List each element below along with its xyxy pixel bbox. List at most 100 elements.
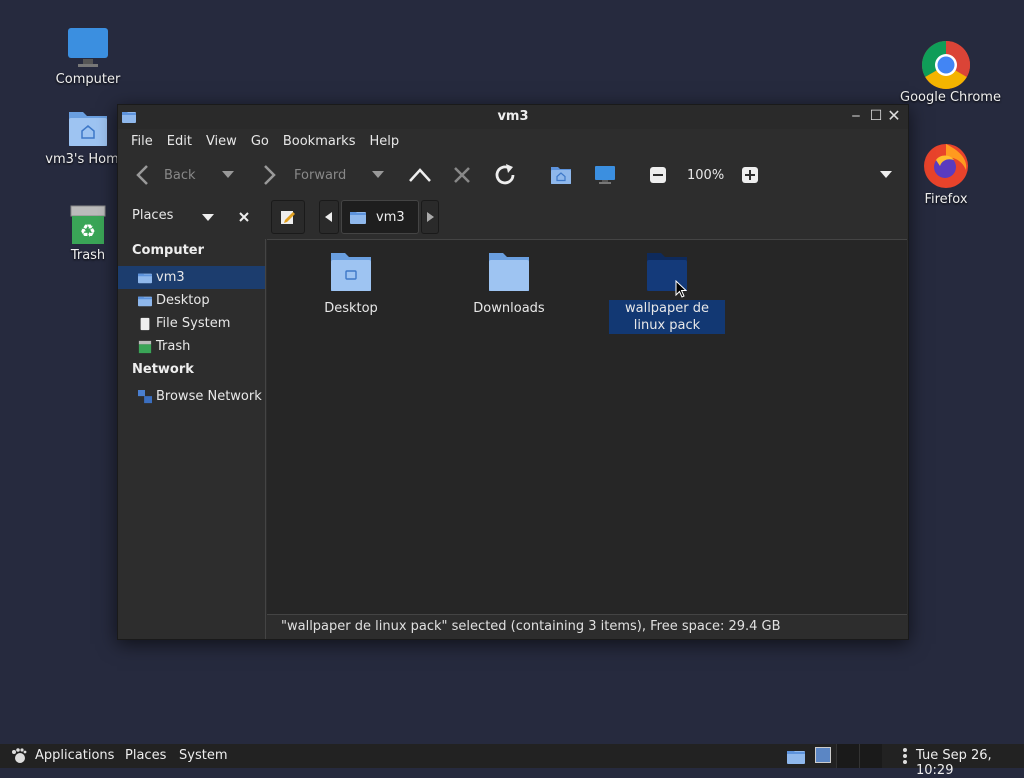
bottom-panel: Applications Places System Tue Sep 26, 1…	[0, 744, 1024, 778]
file-item-downloads[interactable]: Downloads	[449, 252, 569, 317]
up-button[interactable]	[408, 153, 432, 197]
workspace-1[interactable]	[836, 744, 859, 768]
chevron-right-icon	[427, 212, 434, 222]
minimize-button[interactable]: ‒	[848, 108, 864, 124]
back-arrow-icon	[136, 165, 148, 185]
menu-view[interactable]: View	[199, 134, 244, 149]
back-history-dropdown[interactable]	[222, 153, 234, 197]
panel-places-menu[interactable]: Places	[125, 748, 166, 763]
menu-file[interactable]: File	[124, 134, 160, 149]
zoom-in-icon	[742, 167, 758, 183]
menu-bookmarks[interactable]: Bookmarks	[276, 134, 363, 149]
desktop-icon-label: Computer	[55, 72, 121, 87]
location-bar: Places vm3	[118, 197, 908, 239]
panel-applications-menu[interactable]: Applications	[35, 748, 114, 763]
toolbar: Back Forward 100%	[118, 153, 908, 197]
title-bar[interactable]: vm3 ‒ ☐ ✕	[118, 105, 908, 129]
desktop-icon-computer[interactable]: Computer	[43, 26, 133, 87]
chrome-icon	[921, 40, 971, 90]
maximize-button[interactable]: ☐	[868, 108, 884, 124]
sidebar-item-label: File System	[156, 316, 231, 331]
menu-bar: File Edit View Go Bookmarks Help	[118, 129, 908, 153]
sidebar-item-label: Desktop	[156, 293, 210, 308]
sidebar-item-vm3[interactable]: vm3	[118, 266, 265, 289]
toolbar-overflow-dropdown[interactable]	[880, 153, 892, 197]
chevron-down-icon	[372, 171, 384, 178]
close-sidebar-icon[interactable]	[238, 211, 250, 223]
chevron-left-icon	[325, 212, 332, 222]
menu-go[interactable]: Go	[244, 134, 276, 149]
panel-system-menu[interactable]: System	[179, 748, 227, 763]
reload-icon	[495, 164, 515, 185]
network-icon	[138, 389, 152, 403]
zoom-level: 100%	[687, 167, 725, 183]
folder-icon	[138, 296, 152, 306]
folder-icon	[489, 253, 529, 291]
folder-icon	[331, 253, 371, 291]
forward-history-dropdown[interactable]	[372, 153, 384, 197]
file-manager-window: vm3 ‒ ☐ ✕ File Edit View Go Bookmarks He…	[117, 104, 909, 640]
svg-text:♻: ♻	[80, 221, 96, 242]
mouse-cursor-icon	[675, 280, 687, 298]
chevron-down-icon	[222, 171, 234, 178]
desktop-icon-label: Firefox	[924, 192, 968, 207]
home-folder-icon	[138, 273, 152, 283]
up-arrow-icon	[409, 168, 431, 182]
window-title: vm3	[497, 109, 529, 124]
computer-icon	[595, 166, 615, 184]
sidebar-item-label: Trash	[156, 339, 191, 354]
breadcrumb-scroll-right[interactable]	[421, 200, 439, 234]
file-item-name: Desktop	[324, 301, 378, 316]
sidebar-item-file-system[interactable]: File System	[118, 312, 265, 335]
sidebar-item-browse-network[interactable]: Browse Network	[118, 385, 265, 408]
back-button[interactable]: Back	[134, 153, 196, 197]
breadcrumb-vm3[interactable]: vm3	[341, 200, 419, 234]
breadcrumb-label: vm3	[376, 209, 405, 225]
home-folder-icon[interactable]	[787, 748, 805, 764]
show-desktop-icon[interactable]	[815, 747, 831, 763]
desktop-icon-chrome[interactable]: Google Chrome	[900, 40, 1001, 105]
file-item-desktop[interactable]: Desktop	[291, 252, 411, 317]
workspace-2[interactable]	[859, 744, 882, 768]
sidebar-item-label: Browse Network	[156, 389, 262, 404]
firefox-icon	[924, 144, 968, 188]
sidebar-section-computer: Computer	[132, 243, 205, 258]
zoom-out-button[interactable]	[650, 153, 666, 197]
chevron-down-icon	[880, 171, 892, 178]
sidebar-item-trash[interactable]: Trash	[118, 335, 265, 358]
file-item-wallpaper-pack[interactable]: wallpaper de linux pack	[607, 252, 727, 334]
reload-button[interactable]	[492, 153, 518, 197]
zoom-in-button[interactable]	[742, 153, 758, 197]
file-view[interactable]: Desktop Downloads wallpaper de linux pac…	[267, 239, 907, 615]
sidebar-item-desktop[interactable]: Desktop	[118, 289, 265, 312]
home-folder-icon	[350, 212, 366, 224]
home-button[interactable]	[550, 153, 572, 197]
file-item-name: wallpaper de linux pack	[609, 300, 725, 334]
desktop-icon-label: Google Chrome	[900, 90, 1001, 105]
stop-icon	[454, 167, 470, 183]
computer-button[interactable]	[594, 153, 616, 197]
sidebar-section-network: Network	[132, 362, 194, 377]
forward-label: Forward	[294, 167, 347, 183]
breadcrumb-scroll-left[interactable]	[319, 200, 339, 234]
places-selector-label[interactable]: Places	[132, 208, 173, 223]
gnome-foot-icon	[12, 748, 27, 763]
home-folder-icon	[69, 112, 107, 146]
chevron-down-icon[interactable]	[202, 214, 214, 222]
panel-clock[interactable]: Tue Sep 26, 10:29	[916, 748, 1024, 778]
edit-icon	[281, 211, 295, 224]
menu-help[interactable]: Help	[362, 134, 406, 149]
file-item-name: Downloads	[473, 301, 545, 316]
trash-icon: ♻	[70, 205, 106, 244]
desktop-icon-firefox[interactable]: Firefox	[901, 142, 991, 207]
stop-button[interactable]	[452, 153, 472, 197]
places-sidebar: Computer vm3 Desktop File System Trash N…	[118, 239, 266, 639]
drive-icon	[140, 317, 150, 330]
panel-handle-icon	[903, 748, 907, 764]
close-window-button[interactable]: ✕	[886, 108, 902, 124]
edit-location-button[interactable]	[271, 200, 305, 234]
menu-edit[interactable]: Edit	[160, 134, 199, 149]
back-label: Back	[164, 167, 196, 183]
zoom-out-icon	[650, 167, 666, 183]
forward-button[interactable]: Forward	[260, 153, 346, 197]
